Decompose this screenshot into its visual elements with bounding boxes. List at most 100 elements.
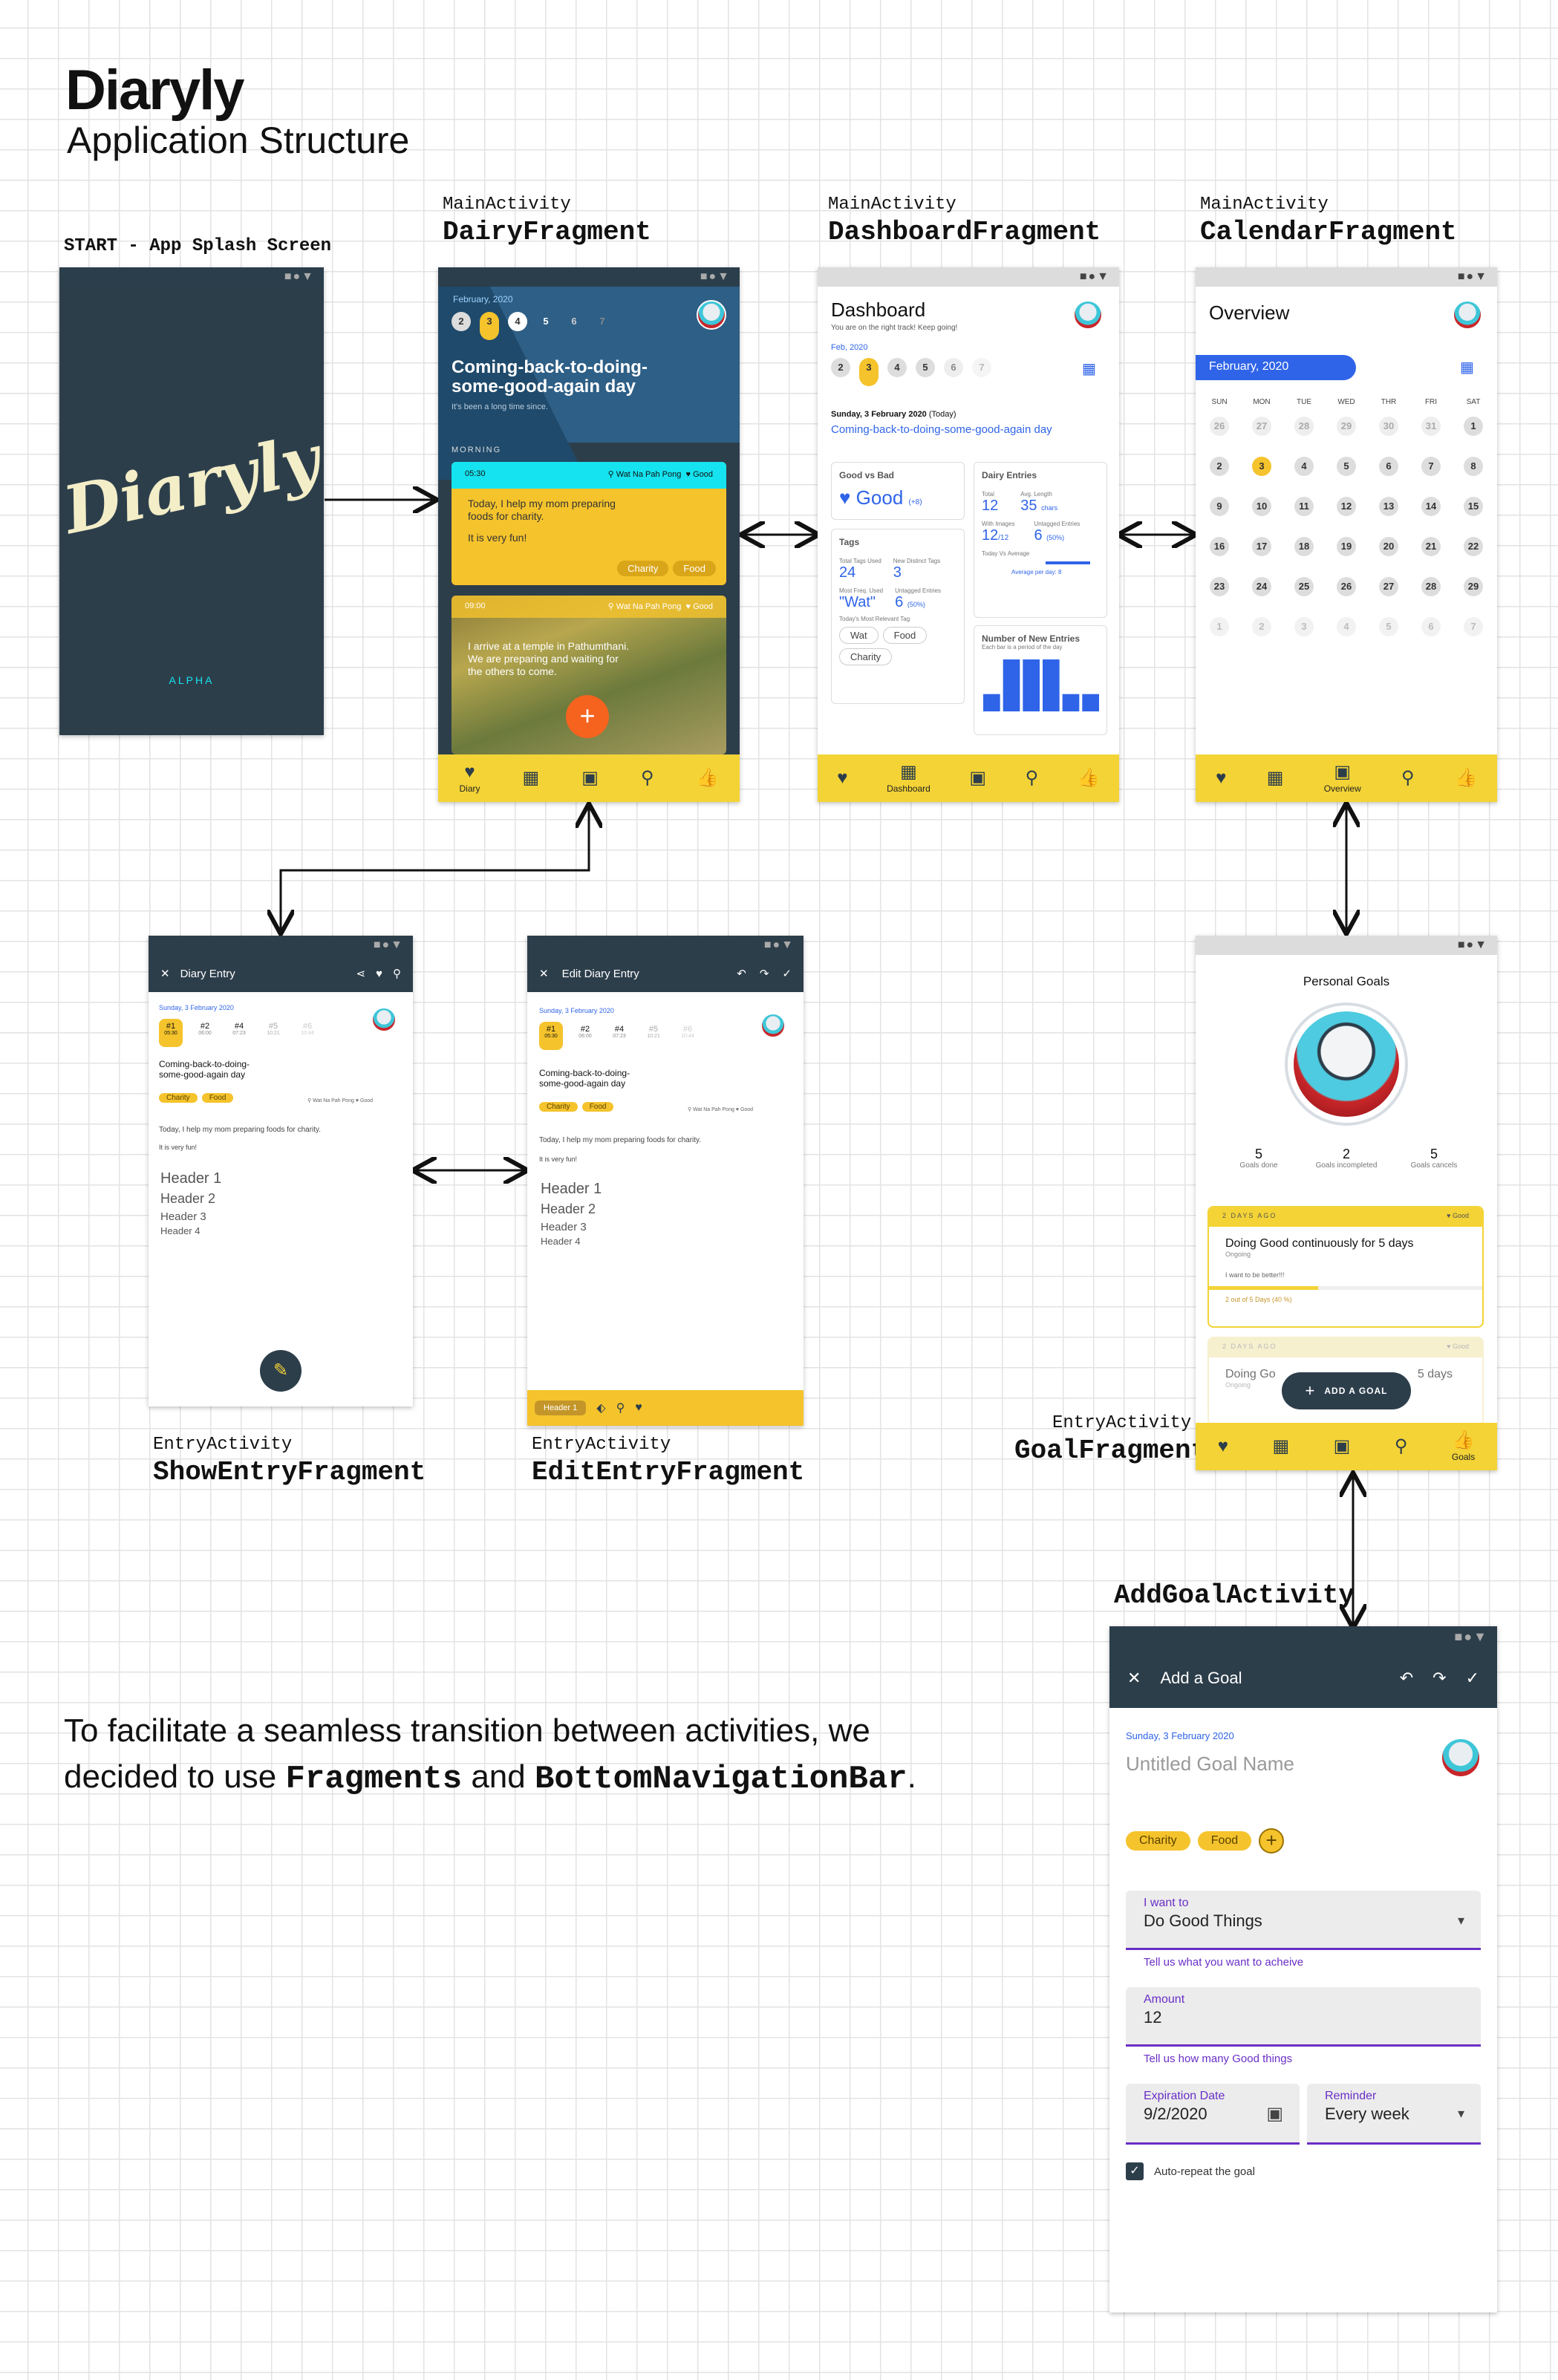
heart-icon[interactable]: ♥ [1218, 1438, 1228, 1455]
day-circle[interactable]: 5 [536, 312, 555, 331]
goal-card-1[interactable]: 2 DAYS AGO ♥ Good Doing Good continuously… [1207, 1206, 1484, 1328]
new-entries-card[interactable]: Number of New Entries Each bar is a peri… [974, 625, 1107, 735]
header-2[interactable]: Header 2 [541, 1202, 596, 1217]
goal-name-input[interactable]: Untitled Goal Name [1126, 1753, 1294, 1776]
entry-tab[interactable]: #2 06:00 [573, 1022, 597, 1050]
avatar[interactable] [1453, 300, 1482, 330]
want-to-select[interactable]: I want to Do Good Things ▾ [1126, 1891, 1481, 1950]
avatar[interactable] [1294, 1011, 1399, 1117]
avatar[interactable] [1441, 1738, 1481, 1778]
calendar-day[interactable]: 16 [1210, 537, 1229, 556]
search-icon[interactable]: ⚲ [1026, 769, 1039, 787]
add-entry-fab[interactable]: + [566, 695, 609, 738]
header-3[interactable]: Header 3 [541, 1221, 587, 1233]
calendar-day[interactable]: 1 [1210, 617, 1229, 636]
add-tag-icon[interactable]: + [1259, 1828, 1285, 1854]
dashboard-icon[interactable]: ▦ [1267, 769, 1284, 787]
dashboard-icon[interactable]: ▦ [523, 769, 540, 787]
amount-field[interactable]: Amount 12 [1126, 1987, 1481, 2047]
calendar-day[interactable]: 5 [1379, 617, 1398, 636]
calendar-day[interactable]: 11 [1294, 497, 1314, 516]
tag-chip[interactable]: Wat [839, 627, 879, 644]
search-icon[interactable]: ⚲ [1395, 1438, 1408, 1455]
calendar-icon[interactable]: ▦ [1082, 359, 1096, 378]
place-icon[interactable]: ⚲ [616, 1401, 625, 1415]
calendar-day[interactable]: 3 [1252, 457, 1271, 476]
calendar-day[interactable]: 17 [1252, 537, 1271, 556]
month-pill[interactable]: February, 2020 [1196, 355, 1356, 380]
calendar-icon[interactable]: ▣ [581, 769, 599, 787]
calendar-day[interactable]: 28 [1294, 417, 1314, 436]
entry-card-1[interactable]: 05:30 ⚲ Wat Na Pah Pong ♥ Good Today, I … [452, 462, 726, 585]
calendar-icon[interactable]: ▦ [1460, 358, 1474, 376]
calendar-day[interactable]: 18 [1294, 537, 1314, 556]
day-circle-selected[interactable]: 3 [859, 358, 879, 386]
tag-chip[interactable]: Charity [539, 1102, 578, 1112]
tags-card[interactable]: Tags Total Tags Used 24 New Distinct Tags… [831, 529, 965, 704]
edit-fab[interactable]: ✎ [260, 1350, 302, 1392]
tag-icon[interactable]: ⬖ [596, 1401, 605, 1415]
tag-chip[interactable]: Charity [839, 648, 893, 665]
reminder-select[interactable]: Reminder Every week ▾ [1307, 2084, 1481, 2145]
calendar-day[interactable]: 20 [1379, 537, 1398, 556]
tag-chip[interactable]: Food [201, 1093, 234, 1103]
close-icon[interactable]: ✕ [1127, 1669, 1141, 1688]
calendar-day[interactable]: 31 [1421, 417, 1441, 436]
calendar-day[interactable]: 26 [1337, 577, 1356, 596]
day-circle[interactable]: 2 [452, 312, 471, 331]
tag-chip[interactable]: Food [1197, 1831, 1252, 1851]
day-circle[interactable]: 6 [564, 312, 584, 331]
day-circle-selected[interactable]: 3 [480, 312, 499, 340]
header-4[interactable]: Header 4 [541, 1236, 580, 1247]
thumbs-up-icon[interactable]: 👍 [1455, 769, 1477, 787]
entry-tab[interactable]: #2 06:00 [193, 1019, 217, 1047]
entry-tab[interactable]: #6 10:44 [676, 1022, 700, 1050]
entry-tab[interactable]: #6 10:44 [296, 1019, 319, 1047]
calendar-day[interactable]: 21 [1421, 537, 1441, 556]
expiration-date-field[interactable]: Expiration Date 9/2/2020 ▣ [1126, 2084, 1300, 2145]
day-circle[interactable]: 7 [593, 312, 612, 331]
calendar-icon[interactable]: ▣ [969, 769, 986, 787]
tag-chip[interactable]: Charity [159, 1093, 198, 1103]
tag-chip[interactable]: Food [882, 627, 928, 644]
nav-goals[interactable]: 👍 Goals [1452, 1432, 1475, 1462]
day-circle[interactable]: 6 [944, 358, 963, 377]
redo-icon[interactable]: ↷ [760, 967, 769, 980]
entry-tab[interactable]: #5 10:21 [642, 1022, 665, 1050]
calendar-day[interactable]: 1 [1464, 417, 1483, 436]
calendar-day[interactable]: 19 [1337, 537, 1356, 556]
entry-tab[interactable]: #4 07:23 [607, 1022, 631, 1050]
tag-chip[interactable]: Food [581, 1102, 614, 1112]
check-icon[interactable]: ✓ [1466, 1669, 1479, 1688]
heart-icon[interactable]: ♥ [837, 769, 847, 787]
avatar[interactable] [1073, 300, 1103, 330]
dashboard-icon[interactable]: ▦ [1272, 1438, 1289, 1455]
add-goal-fab[interactable]: + ADD A GOAL [1282, 1372, 1411, 1409]
share-icon[interactable]: ⋖ [356, 967, 366, 980]
avatar[interactable] [760, 1013, 786, 1038]
check-icon[interactable]: ✓ [782, 967, 792, 980]
entry-tab-selected[interactable]: #1 05:30 [159, 1019, 183, 1047]
avatar[interactable] [697, 300, 726, 330]
calendar-day[interactable]: 29 [1464, 577, 1483, 596]
thumbs-up-icon[interactable]: 👍 [1078, 769, 1100, 787]
heart-icon[interactable]: ♥ [376, 968, 382, 980]
calendar-day[interactable]: 23 [1210, 577, 1229, 596]
calendar-day[interactable]: 30 [1379, 417, 1398, 436]
calendar-day[interactable]: 22 [1464, 537, 1483, 556]
tag-chip[interactable]: Food [673, 561, 716, 576]
calendar-day[interactable]: 6 [1379, 457, 1398, 476]
close-icon[interactable]: ✕ [539, 967, 549, 980]
calendar-day[interactable]: 7 [1421, 457, 1441, 476]
nav-overview[interactable]: ▣ Overview [1324, 763, 1361, 794]
redo-icon[interactable]: ↷ [1432, 1669, 1446, 1688]
calendar-day[interactable]: 9 [1210, 497, 1229, 516]
day-circle[interactable]: 4 [887, 358, 907, 377]
good-vs-bad-card[interactable]: Good vs Bad ♥ Good (+8) [831, 462, 965, 520]
undo-icon[interactable]: ↶ [1400, 1669, 1413, 1688]
nav-dashboard[interactable]: ▦ Dashboard [887, 763, 930, 794]
close-icon[interactable]: ✕ [160, 967, 170, 980]
checkbox-checked-icon[interactable]: ✓ [1126, 2162, 1144, 2180]
calendar-day[interactable]: 29 [1337, 417, 1356, 436]
calendar-day[interactable]: 14 [1421, 497, 1441, 516]
